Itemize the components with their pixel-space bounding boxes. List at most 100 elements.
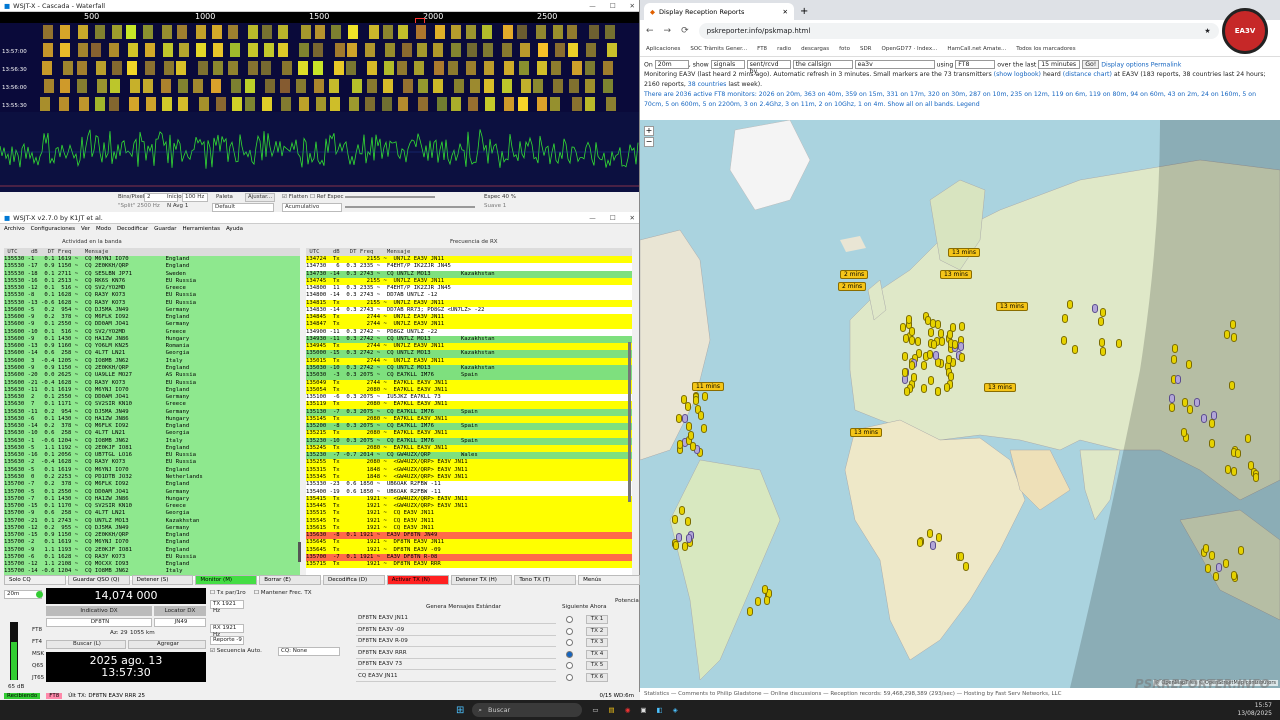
- marker-icon[interactable]: [692, 395, 699, 405]
- bookmark-item[interactable]: foto: [839, 46, 850, 52]
- marker-icon[interactable]: [1099, 338, 1106, 348]
- rx-row[interactable]: 135200 -8 0.3 2075 ~ CQ EA7KLL IM76 Spai…: [306, 423, 632, 431]
- mode-label[interactable]: JT65: [32, 672, 44, 684]
- callsign-type-select[interactable]: the callsign: [792, 60, 853, 69]
- band-row[interactable]: 135700 -9 1.1 1193 ~ CQ 2E0KJF IO81 Engl…: [4, 547, 300, 554]
- band-row[interactable]: 135600 -9 0.1 1430 ~ CQ HA1ZW JN86 Hunga…: [4, 336, 300, 343]
- band-row[interactable]: 135630 -11 0.1 1619 ~ CQ M6YNJ IO70 Engl…: [4, 387, 300, 394]
- marker-icon[interactable]: [946, 354, 953, 364]
- rx-row[interactable]: 135715 Tx 1921 ~ DF8TN EA3V RRR: [306, 561, 632, 569]
- band-row[interactable]: 135700 -9 0.6 258 ~ CQ 4L7T LN21 Georgia: [4, 510, 300, 517]
- marker-icon[interactable]: [1171, 343, 1178, 353]
- marker-icon[interactable]: [1238, 546, 1245, 556]
- bookmark-item[interactable]: OpenGD77 · Index...: [882, 46, 938, 52]
- rx-row[interactable]: 134730 6 0.3 2335 ~ F4EHT/P IK2ZJR JN45: [306, 263, 632, 271]
- control-button[interactable]: Menús: [578, 575, 640, 585]
- rx-row[interactable]: 135230 -10 0.3 2075 ~ CQ EA7KLL IM76 Spa…: [306, 437, 632, 445]
- marker-icon[interactable]: [901, 368, 908, 378]
- menu-item[interactable]: Ver: [81, 226, 90, 232]
- band-row[interactable]: 135600 -13 0.9 1160 ~ CQ YO6LM KN25 Roma…: [4, 343, 300, 350]
- tx-now-button[interactable]: TX 4: [586, 649, 608, 659]
- band-row[interactable]: 135700 -12 1.1 2108 ~ CQ MOCXX IO93 Engl…: [4, 561, 300, 568]
- band-row[interactable]: 135630 -6 0.1 1430 ~ CQ HA1ZW JN86 Hunga…: [4, 416, 300, 423]
- band-row[interactable]: 135530 -8 0.1 1628 ~ CQ RA3Y KO73 EU Rus…: [4, 292, 300, 299]
- bookmark-item[interactable]: FT8: [757, 46, 767, 52]
- rx-row[interactable]: 135230 -7 -0.7 2014 ~ CQ GW4UZX/QRP Wale…: [306, 452, 632, 460]
- marker-icon[interactable]: [903, 386, 910, 396]
- marker-icon[interactable]: [747, 606, 754, 616]
- marker-icon[interactable]: [958, 341, 965, 351]
- rx-row[interactable]: 134945 Tx 2744 ~ UN7LZ EA3V JN11: [306, 343, 632, 351]
- band-row[interactable]: 135630 -16 0.1 2056 ~ CQ UB7TGL LO16 EU …: [4, 452, 300, 459]
- frequency-display[interactable]: 14,074 000: [46, 588, 206, 604]
- files-icon[interactable]: ▤: [609, 706, 615, 714]
- rx-row[interactable]: 135015 Tx 2744 ~ UN7LZ EA3V JN11: [306, 357, 632, 365]
- marker-icon[interactable]: [1252, 472, 1259, 482]
- marker-icon[interactable]: [916, 538, 923, 548]
- menu-item[interactable]: Decodificar: [117, 226, 148, 232]
- mode-label[interactable]: FT4: [32, 636, 44, 648]
- marker-icon[interactable]: [943, 382, 950, 392]
- menu-item[interactable]: Modo: [96, 226, 111, 232]
- rx-row[interactable]: 135700 -7 0.1 1921 ~ EA3V DF8TN R-08: [306, 553, 632, 562]
- reload-icon[interactable]: ⟳: [681, 26, 689, 36]
- marker-icon[interactable]: [763, 595, 770, 605]
- marker-icon[interactable]: [1170, 355, 1177, 365]
- marker-icon[interactable]: [926, 528, 933, 538]
- band-row[interactable]: 135700 -15 0.9 1150 ~ CQ 2E0KKH/QRP Engl…: [4, 532, 300, 539]
- message-text[interactable]: DF8TN EA3V -09: [356, 627, 556, 636]
- marker-icon[interactable]: [947, 372, 954, 382]
- marker-icon[interactable]: [1230, 332, 1237, 342]
- marker-icon[interactable]: [688, 430, 695, 440]
- marker-icon[interactable]: [900, 323, 907, 333]
- marker-icon[interactable]: [963, 562, 970, 572]
- rx-row[interactable]: 134800 11 0.3 2335 ~ F4EHT/P IK2ZJR JN45: [306, 285, 632, 293]
- band-row[interactable]: 135600 -5 0.2 954 ~ CQ DJ5MA JN49 German…: [4, 307, 300, 314]
- marker-icon[interactable]: [754, 597, 761, 607]
- marker-icon[interactable]: [1208, 550, 1215, 560]
- band-row[interactable]: 135600 -10 0.1 516 ~ CQ SV2/YO2MD Greece: [4, 329, 300, 336]
- marker-icon[interactable]: [1193, 397, 1200, 407]
- band-row[interactable]: 135630 -5 1.1 1192 ~ CQ 2E0KJF IO81 Engl…: [4, 445, 300, 452]
- band-row[interactable]: 135530 -17 0.9 1150 ~ CQ 2E0KKH/QRP Engl…: [4, 263, 300, 270]
- menu-item[interactable]: Ayuda: [226, 226, 243, 232]
- marker-icon[interactable]: [1067, 299, 1074, 309]
- flatten-checkbox[interactable]: ☑ Flatten: [282, 194, 308, 200]
- url-field[interactable]: pskreporter.info/pskmap.html ★: [698, 23, 1219, 39]
- rx-row[interactable]: 135255 Tx 2080 ~ <GW4UZX/QRP> EA3V JN11: [306, 459, 632, 467]
- rx-row[interactable]: 135245 Tx 2080 ~ EA7KLL EA3V JN11: [306, 444, 632, 453]
- report-field[interactable]: Reporte -9: [210, 636, 244, 645]
- marker-icon[interactable]: [1223, 329, 1230, 339]
- band-row[interactable]: 135600 -9 0.9 1150 ~ CQ 2E0KKH/QRP Engla…: [4, 365, 300, 372]
- marker-icon[interactable]: [1230, 466, 1237, 476]
- period-select[interactable]: 15 minutes: [1038, 60, 1081, 69]
- mode-label[interactable]: MSK: [32, 648, 44, 660]
- rx-row[interactable]: 135515 Tx 1921 ~ CQ EA3V JN11: [306, 510, 632, 518]
- zoom-in-icon[interactable]: +: [644, 126, 654, 136]
- next-radio[interactable]: [566, 627, 573, 635]
- band-row[interactable]: 135630 -2 -0.4 1628 ~ CQ RA3Y KO73 EU Ru…: [4, 459, 300, 466]
- wsjtx-taskbar-icon[interactable]: ◈: [673, 706, 678, 714]
- rx-row[interactable]: 135145 Tx 2080 ~ EA7KLL EA3V JN11: [306, 415, 632, 424]
- band-row[interactable]: 135700 -12 0.2 955 ~ CQ DJ5MA JN49 Germa…: [4, 525, 300, 532]
- legend-link[interactable]: Legend: [957, 101, 980, 108]
- sentrcvd-select[interactable]: sent/rcvd by: [746, 60, 791, 75]
- time-bubble[interactable]: 13 mins: [948, 248, 980, 257]
- rx-row[interactable]: 135445 Tx 1921 ~ <GW4UZX/QRP> EA3V JN11: [306, 503, 632, 511]
- message-text[interactable]: DF8TN EA3V JN11: [356, 615, 556, 624]
- rx-row[interactable]: 135545 Tx 1921 ~ CQ EA3V JN11: [306, 517, 632, 525]
- tx-even-checkbox[interactable]: ☐ Tx par/1ro: [210, 590, 246, 596]
- band-select[interactable]: 20m: [654, 60, 689, 69]
- lookup-button[interactable]: Buscar (L): [46, 640, 126, 649]
- band-row[interactable]: 135630 0 0.2 2253 ~ CQ PD1DTB JO32 Nethe…: [4, 474, 300, 481]
- band-row[interactable]: 135600 -9 0.2 378 ~ CQ M6FLK IO92 Englan…: [4, 314, 300, 321]
- marker-icon[interactable]: [1169, 403, 1176, 413]
- marker-icon[interactable]: [932, 351, 939, 361]
- message-text[interactable]: DF8TN EA3V 73: [356, 661, 556, 670]
- marker-icon[interactable]: [1062, 314, 1069, 324]
- auto-seq-checkbox[interactable]: ☑ Secuencia Auto.: [210, 648, 262, 654]
- menu-item[interactable]: Archivo: [4, 226, 25, 232]
- minimize-icon[interactable]: —: [589, 214, 596, 222]
- rx-row[interactable]: 134900 -11 0.3 2742 ~ PD8GZ UN7LZ -22: [306, 328, 632, 336]
- hold-tx-checkbox[interactable]: ☐ Mantener Frec. TX: [254, 590, 312, 596]
